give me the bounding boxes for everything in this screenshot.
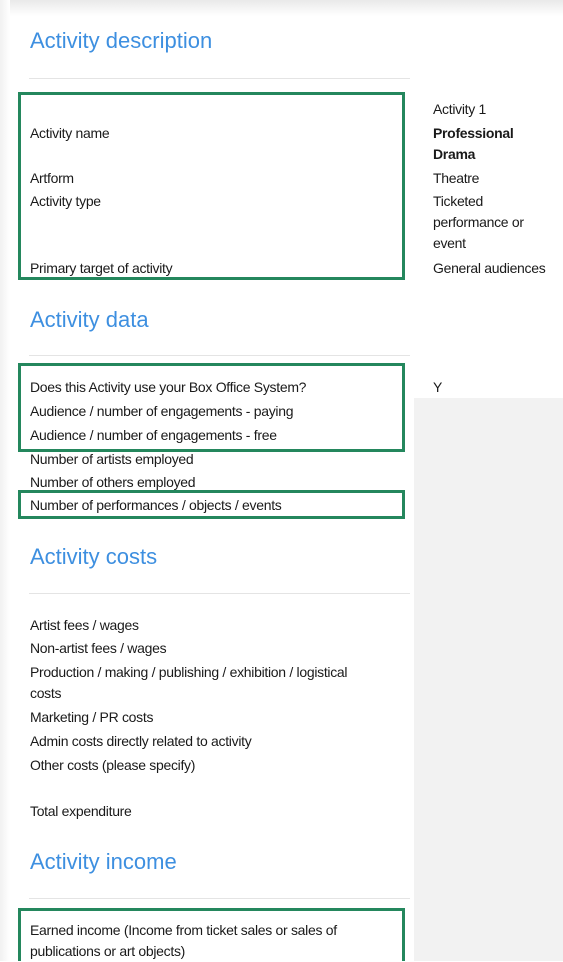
divider: [29, 355, 410, 356]
value-primary-target: General audiences: [433, 260, 546, 276]
label-artist-fees: Artist fees / wages: [30, 617, 139, 633]
value-activity-type: Ticketed performance or event: [433, 193, 524, 251]
value-box-office: Y: [433, 379, 443, 395]
divider: [29, 593, 410, 594]
label-production-costs: Production / making / publishing / exhib…: [30, 664, 348, 701]
section-title-activity-costs: Activity costs: [30, 544, 158, 569]
divider: [29, 898, 410, 899]
section-title-activity-data: Activity data: [30, 307, 149, 332]
highlight-box-audience: [18, 363, 405, 452]
value-column-background: [414, 398, 563, 961]
label-marketing-costs: Marketing / PR costs: [30, 709, 154, 725]
label-other-costs: Other costs (please specify): [30, 757, 196, 773]
highlight-box-description: [18, 92, 405, 280]
divider: [29, 78, 410, 79]
highlight-box-performances: [18, 490, 405, 519]
label-admin-costs: Admin costs directly related to activity: [30, 733, 252, 749]
top-shadow: [0, 0, 563, 16]
label-total-expenditure: Total expenditure: [30, 803, 132, 819]
activity-form-page: Activity description Activity name Artfo…: [0, 0, 563, 961]
label-artists-employed: Number of artists employed: [30, 451, 194, 467]
value-artform: Theatre: [433, 170, 480, 186]
section-title-activity-description: Activity description: [30, 28, 213, 53]
section-title-activity-income: Activity income: [30, 849, 177, 874]
label-non-artist-fees: Non-artist fees / wages: [30, 640, 167, 656]
value-activity-name: Professional Drama: [433, 125, 514, 162]
left-shadow: [0, 0, 10, 961]
highlight-box-income: [18, 908, 405, 961]
value-activity-number: Activity 1: [433, 101, 487, 117]
